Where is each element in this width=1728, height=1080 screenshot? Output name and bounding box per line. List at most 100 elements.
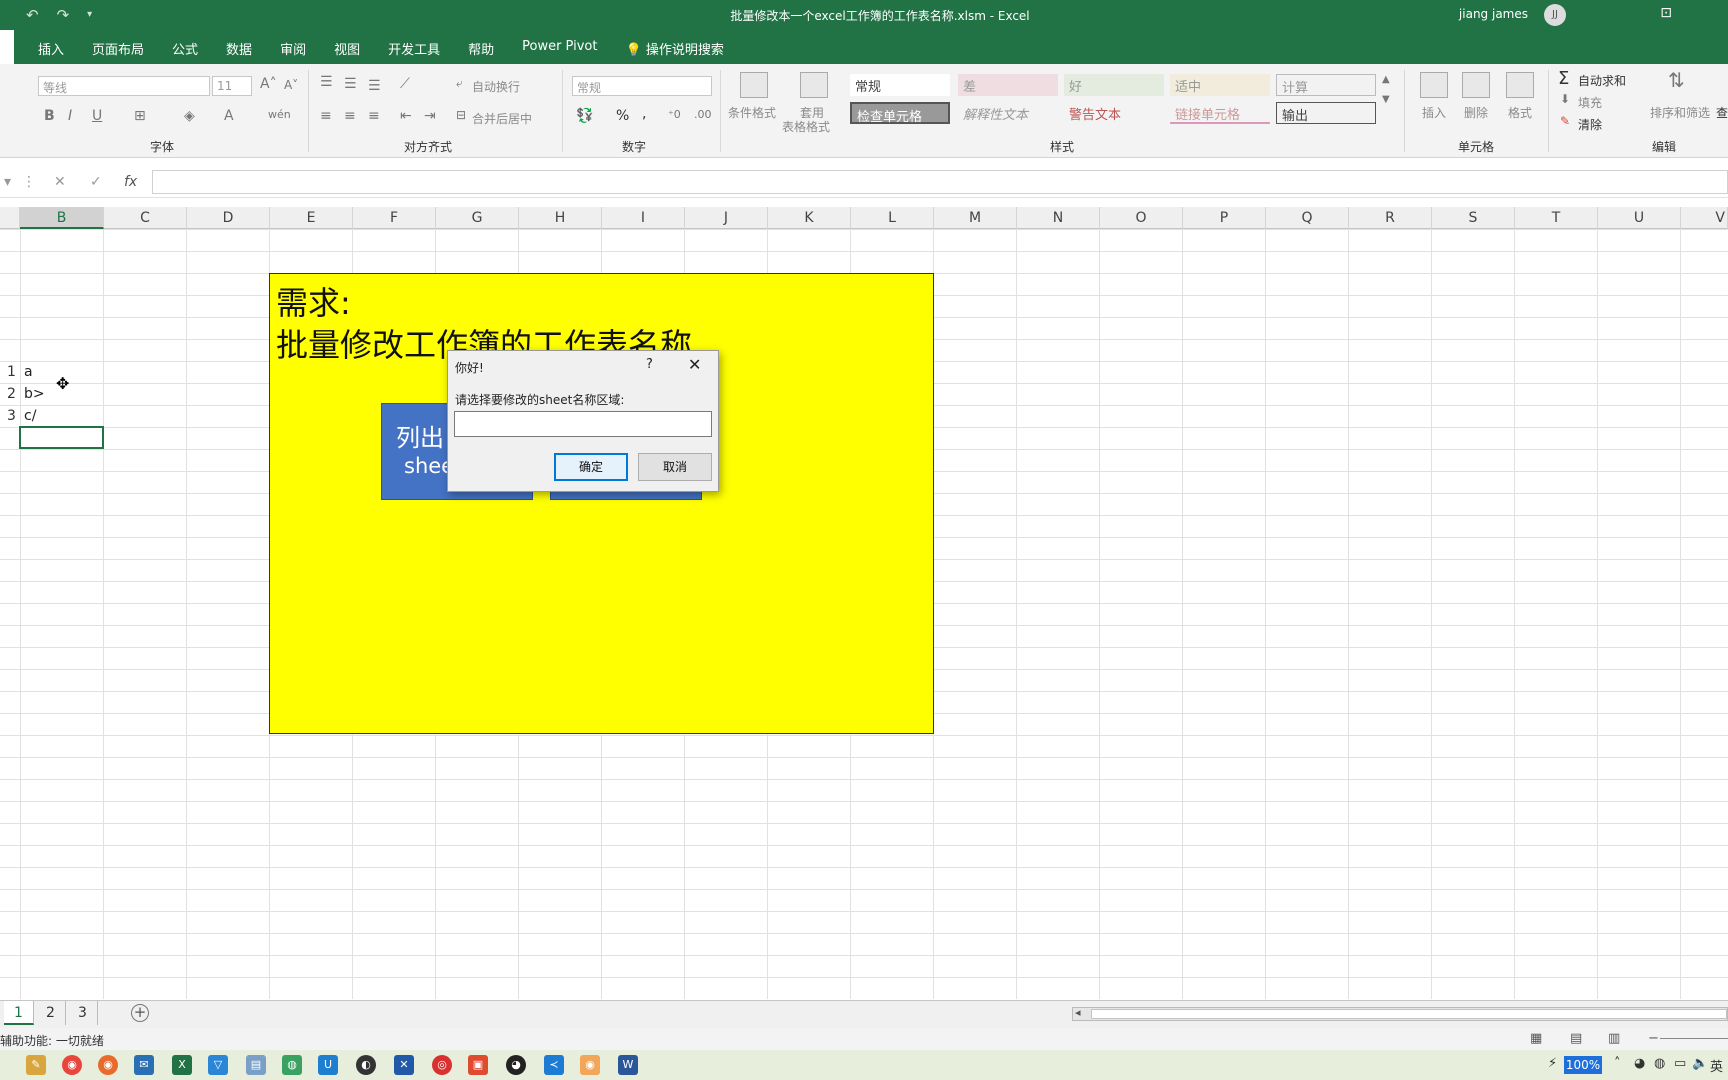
column-header[interactable]: E [270,207,353,229]
style-neutral[interactable]: 适中 [1170,74,1270,96]
sheet-tab[interactable]: 3 [68,1001,98,1025]
volume-icon[interactable]: 🔈 [1692,1056,1708,1071]
clear-label[interactable]: 清除 [1578,116,1602,133]
tab-review[interactable]: 审阅 [266,30,320,64]
column-header[interactable]: D [187,207,270,229]
chrome-icon[interactable]: ◉ [62,1055,82,1075]
column-header[interactable]: O [1100,207,1183,229]
increase-indent-icon[interactable]: ⇥ [424,108,436,124]
sort-filter-icon[interactable]: ⇅ [1668,68,1685,92]
insert-label[interactable]: 插入 [1422,104,1446,121]
format-label[interactable]: 格式 [1508,104,1532,121]
style-linked-cell[interactable]: 链接单元格 [1170,102,1270,124]
align-center-icon[interactable]: ≡ [344,108,356,124]
vscode-icon[interactable]: ≺ [544,1055,564,1075]
tray-wechat-icon[interactable]: ◍ [1654,1056,1665,1071]
decrease-font-icon[interactable]: A˅ [284,78,298,92]
name-box-dropdown-icon[interactable]: ▾ [4,174,11,190]
word-icon[interactable]: W [618,1055,638,1075]
wrap-text-label[interactable]: 自动换行 [472,78,520,95]
active-cell[interactable] [19,426,104,449]
help-icon[interactable]: ? [646,357,653,372]
column-header[interactable]: Q [1266,207,1349,229]
cancel-button[interactable]: 取消 [638,453,712,481]
tab-formulas[interactable]: 公式 [158,30,212,64]
font-size-select[interactable]: 11 [212,76,252,96]
column-header[interactable]: C [104,207,187,229]
align-left-icon[interactable]: ≡ [320,108,332,124]
formula-input[interactable] [152,170,1728,194]
column-header[interactable]: I [602,207,685,229]
column-header[interactable]: K [768,207,851,229]
decrease-indent-icon[interactable]: ⇤ [400,108,412,124]
avatar[interactable]: JJ [1544,4,1566,26]
row-number[interactable]: 1 [7,364,16,380]
firefox-icon[interactable]: ◉ [98,1055,118,1075]
normal-view-icon[interactable]: ▦ [1530,1031,1542,1046]
range-input[interactable] [454,411,712,437]
find-label[interactable]: 查 [1716,104,1728,121]
style-explanatory[interactable]: 解释性文本 [958,102,1058,124]
cell-value[interactable]: c/ [24,408,36,424]
tool-icon[interactable]: ✕ [394,1055,414,1075]
column-header[interactable]: P [1183,207,1266,229]
zoom-out-icon[interactable]: − [1648,1031,1659,1046]
decrease-decimal-icon[interactable]: .00 [694,108,712,121]
tab-data[interactable]: 数据 [212,30,266,64]
underline-icon[interactable]: U [92,108,102,124]
tray-chevron-icon[interactable]: ˄ [1614,1056,1621,1071]
italic-icon[interactable]: I [68,108,72,124]
percent-button[interactable]: % [616,108,629,124]
row-number[interactable]: 2 [7,386,16,402]
redo-icon[interactable]: ↷ [53,6,70,24]
accessibility-status[interactable]: 辅助功能: 一切就绪 [0,1032,104,1049]
page-break-view-icon[interactable]: ▥ [1608,1031,1620,1046]
column-header[interactable]: B [20,207,104,229]
scroll-left-icon[interactable]: ◂ [1075,1006,1081,1019]
app-orange-icon[interactable]: ▣ [468,1055,488,1075]
cell-value[interactable]: b> [24,386,45,402]
media-icon[interactable]: ◐ [356,1055,376,1075]
styles-scroll-down-icon[interactable]: ▼ [1382,94,1390,105]
align-middle-icon[interactable]: ☰ [344,76,357,92]
row-number[interactable]: 3 [7,408,16,424]
number-format-select[interactable]: 常规 [572,76,712,96]
font-color-icon[interactable]: A [224,108,234,124]
ok-button[interactable]: 确定 [554,453,628,481]
style-warning[interactable]: 警告文本 [1064,102,1164,124]
style-output[interactable]: 输出 [1276,102,1376,124]
column-header[interactable]: S [1432,207,1515,229]
store-icon[interactable]: U [318,1055,338,1075]
enter-icon[interactable]: ✓ [90,174,102,190]
mail-icon[interactable]: ✉ [134,1055,154,1075]
cancel-icon[interactable]: ✕ [54,174,66,190]
column-header[interactable]: G [436,207,519,229]
network-icon[interactable]: ▭ [1674,1056,1686,1071]
conditional-format-icon[interactable] [740,72,768,98]
horizontal-scrollbar[interactable]: ◂ [1072,1006,1728,1021]
align-bottom-icon[interactable]: ☰ [368,78,381,94]
align-right-icon[interactable]: ≡ [368,108,380,124]
increase-decimal-icon[interactable]: ⁺0 [668,108,681,121]
column-header[interactable]: U [1598,207,1681,229]
style-calculation[interactable]: 计算 [1276,74,1376,96]
notes-app-icon[interactable]: ✎ [26,1055,46,1075]
increase-font-icon[interactable]: A˄ [260,76,277,92]
select-all-corner[interactable] [0,207,20,229]
page-layout-view-icon[interactable]: ▤ [1570,1031,1582,1046]
fill-color-icon[interactable]: ◈ [184,108,195,124]
tab-developer[interactable]: 开发工具 [374,30,454,64]
font-name-select[interactable]: 等线 [38,76,210,96]
power-icon[interactable]: ⚡ [1548,1056,1557,1071]
format-cells-icon[interactable] [1506,72,1534,98]
file-manager-icon[interactable]: ▤ [246,1055,266,1075]
add-sheet-icon[interactable]: + [131,1004,149,1022]
wechat-icon[interactable]: ◍ [282,1055,302,1075]
close-icon[interactable]: ✕ [688,355,701,374]
app-red-icon[interactable]: ◎ [432,1055,452,1075]
column-header[interactable]: L [851,207,934,229]
table-format-icon[interactable] [800,72,828,98]
tab-home[interactable] [0,30,14,64]
cond-format-label[interactable]: 条件格式 [728,104,776,121]
tab-power-pivot[interactable]: Power Pivot [508,30,611,64]
